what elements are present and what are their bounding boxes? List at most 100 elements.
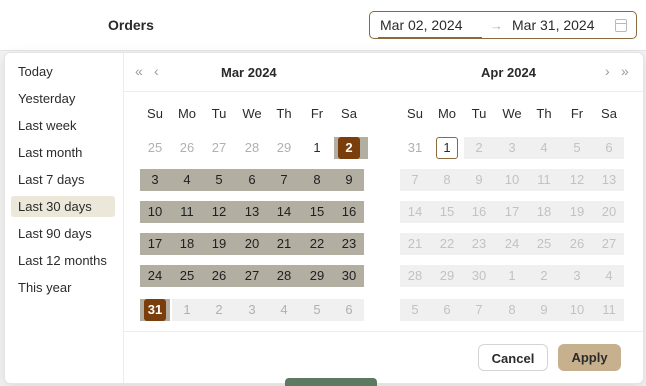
calendar-day[interactable]: 19 <box>204 233 234 255</box>
calendar-day: 21 <box>407 236 423 251</box>
page-title: Orders <box>108 17 154 33</box>
calendar-day: 1 <box>508 268 516 283</box>
double-chevron-right-icon[interactable]: » <box>621 63 629 79</box>
calendar-day[interactable]: 17 <box>140 233 170 255</box>
month-title-right: Apr 2024 <box>481 65 536 80</box>
weekday-label: Fr <box>310 106 324 121</box>
calendar-day: 6 <box>443 302 451 317</box>
calendar-day: 25 <box>536 236 552 251</box>
calendar-day[interactable]: 28 <box>237 137 267 159</box>
calendar-day[interactable]: 1 <box>172 299 202 321</box>
preset-last-7-days[interactable]: Last 7 days <box>11 169 115 190</box>
calendar-day: 4 <box>540 140 548 155</box>
calendar-day[interactable]: 3 <box>237 299 267 321</box>
calendar-day[interactable]: 7 <box>269 169 299 191</box>
calendar-day[interactable]: 30 <box>334 265 364 287</box>
calendar-day: 8 <box>508 302 516 317</box>
calendar-day: 4 <box>605 268 613 283</box>
calendar-day[interactable]: 2 <box>338 137 360 159</box>
calendar-area: « ‹ Mar 2024 Apr 2024 › » Cancel Apply S… <box>124 53 643 383</box>
calendar-day[interactable]: 9 <box>334 169 364 191</box>
calendar-day[interactable]: 2 <box>204 299 234 321</box>
calendar-day[interactable]: 25 <box>172 265 202 287</box>
calendar-day[interactable]: 21 <box>269 233 299 255</box>
calendar-day[interactable]: 31 <box>400 137 430 159</box>
range-start-value[interactable]: Mar 02, 2024 <box>380 17 463 33</box>
weekday-label: Sa <box>341 106 357 121</box>
calendar-header: « ‹ Mar 2024 Apr 2024 › » <box>124 53 643 92</box>
calendar-day: 24 <box>504 236 520 251</box>
calendar-day[interactable]: 13 <box>237 201 267 223</box>
calendar-day[interactable]: 1 <box>436 137 458 159</box>
weekday-label: Th <box>536 106 552 121</box>
calendar-day: 15 <box>439 204 455 219</box>
calendar-day: 9 <box>475 172 483 187</box>
calendar-day[interactable]: 12 <box>204 201 234 223</box>
calendar-day: 28 <box>407 268 423 283</box>
calendar-day[interactable]: 15 <box>302 201 332 223</box>
preset-today[interactable]: Today <box>11 61 115 82</box>
calendar-day[interactable]: 5 <box>204 169 234 191</box>
chevron-right-icon[interactable]: › <box>605 63 610 79</box>
calendar-day[interactable]: 8 <box>302 169 332 191</box>
picker-footer: Cancel Apply <box>124 331 643 384</box>
double-chevron-left-icon[interactable]: « <box>135 63 143 79</box>
calendar-day[interactable]: 14 <box>269 201 299 223</box>
calendar-day[interactable]: 6 <box>334 299 364 321</box>
calendar-day[interactable]: 28 <box>269 265 299 287</box>
calendar-day: 13 <box>601 172 617 187</box>
calendar-day[interactable]: 10 <box>140 201 170 223</box>
calendar-day: 3 <box>508 140 516 155</box>
calendar-icon[interactable] <box>615 19 627 32</box>
calendar-day[interactable]: 25 <box>140 137 170 159</box>
calendar-day[interactable]: 3 <box>140 169 170 191</box>
weekday-label: Mo <box>437 106 457 121</box>
calendar-day[interactable]: 26 <box>172 137 202 159</box>
arrow-right-icon: → <box>490 18 503 33</box>
calendar-day[interactable]: 4 <box>269 299 299 321</box>
preset-last-12-months[interactable]: Last 12 months <box>11 250 115 271</box>
calendar-day[interactable]: 20 <box>237 233 267 255</box>
calendar-day[interactable]: 1 <box>302 137 332 159</box>
chevron-left-icon[interactable]: ‹ <box>154 63 159 79</box>
calendar-day: 10 <box>569 302 585 317</box>
calendar-day[interactable]: 27 <box>204 137 234 159</box>
preset-last-90-days[interactable]: Last 90 days <box>11 223 115 244</box>
calendar-day: 18 <box>536 204 552 219</box>
calendar-day[interactable]: 22 <box>302 233 332 255</box>
calendar-day: 22 <box>439 236 455 251</box>
date-range-input[interactable]: Mar 02, 2024 → Mar 31, 2024 <box>369 11 637 39</box>
calendar-day[interactable]: 29 <box>302 265 332 287</box>
calendar-day[interactable]: 6 <box>237 169 267 191</box>
preset-yesterday[interactable]: Yesterday <box>11 88 115 109</box>
calendar-day: 19 <box>569 204 585 219</box>
cancel-button[interactable]: Cancel <box>478 344 548 371</box>
calendar-day[interactable]: 23 <box>334 233 364 255</box>
range-end-value[interactable]: Mar 31, 2024 <box>512 17 595 33</box>
calendar-day[interactable]: 5 <box>302 299 332 321</box>
calendar-day[interactable]: 29 <box>269 137 299 159</box>
calendar-day: 5 <box>411 302 419 317</box>
calendar-day[interactable]: 26 <box>204 265 234 287</box>
calendar-day: 29 <box>439 268 455 283</box>
calendar-day[interactable]: 4 <box>172 169 202 191</box>
weekday-label: Tu <box>471 106 487 121</box>
calendar-day[interactable]: 11 <box>172 201 202 223</box>
calendar-day: 27 <box>601 236 617 251</box>
calendar-day: 20 <box>601 204 617 219</box>
calendar-day: 16 <box>471 204 487 219</box>
calendar-day: 11 <box>537 172 551 187</box>
calendar-day[interactable]: 16 <box>334 201 364 223</box>
calendar-day[interactable]: 18 <box>172 233 202 255</box>
apply-button[interactable]: Apply <box>558 344 621 371</box>
calendar-day: 7 <box>475 302 483 317</box>
calendar-day[interactable]: 31 <box>144 299 166 321</box>
preset-last-30-days[interactable]: Last 30 days <box>11 196 115 217</box>
calendar-day[interactable]: 24 <box>140 265 170 287</box>
preset-last-week[interactable]: Last week <box>11 115 115 136</box>
calendar-day[interactable]: 27 <box>237 265 267 287</box>
preset-this-year[interactable]: This year <box>11 277 115 298</box>
weekday-label: We <box>502 106 522 121</box>
weekday-label: Su <box>407 106 423 121</box>
preset-last-month[interactable]: Last month <box>11 142 115 163</box>
